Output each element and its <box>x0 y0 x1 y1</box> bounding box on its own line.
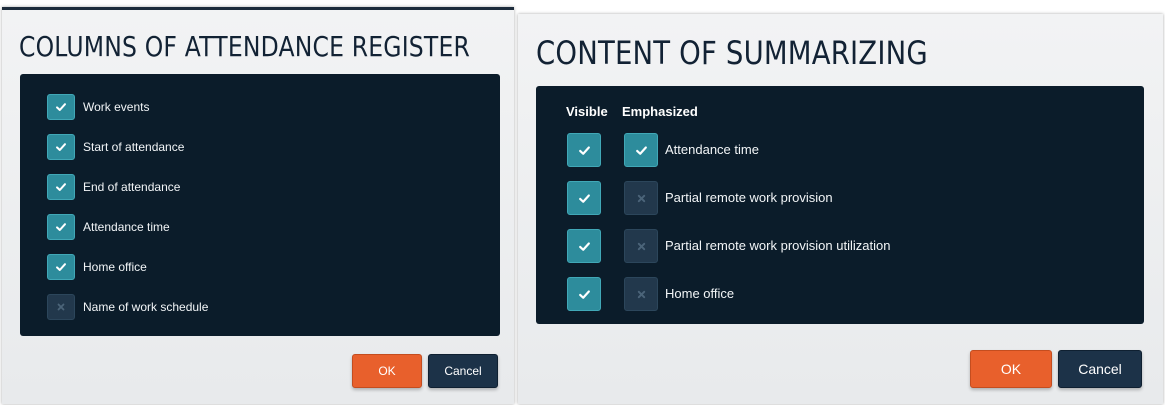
visible-checkbox[interactable] <box>567 181 601 215</box>
columns-panel: Work events Start of attendance End of att… <box>20 74 500 336</box>
column-header-visible: Visible <box>566 104 608 119</box>
visible-checkbox[interactable] <box>567 229 601 263</box>
column-header-emphasized: Emphasized <box>622 104 698 119</box>
column-label: Home office <box>83 260 147 274</box>
visible-checkbox[interactable] <box>567 133 601 167</box>
column-checkbox[interactable] <box>47 94 75 120</box>
column-label: Work events <box>83 100 150 114</box>
check-icon <box>635 144 648 157</box>
emphasized-checkbox[interactable] <box>624 181 658 215</box>
ok-button[interactable]: OK <box>970 350 1052 388</box>
x-icon <box>635 288 648 301</box>
check-icon <box>55 181 67 193</box>
dialog-title: CONTENT OF SUMMARIZING <box>536 34 928 72</box>
visible-checkbox[interactable] <box>567 277 601 311</box>
column-label: Attendance time <box>83 220 170 234</box>
columns-of-attendance-register-dialog: COLUMNS OF ATTENDANCE REGISTER Work even… <box>2 7 514 404</box>
dialog-title: COLUMNS OF ATTENDANCE REGISTER <box>19 30 470 63</box>
content-of-summarizing-dialog: CONTENT OF SUMMARIZING Visible Emphasize… <box>518 14 1163 404</box>
summary-item-label: Attendance time <box>665 142 759 157</box>
x-icon <box>55 301 67 313</box>
column-label: End of attendance <box>83 180 181 194</box>
check-icon <box>55 261 67 273</box>
column-checkbox[interactable] <box>47 214 75 240</box>
column-checkbox[interactable] <box>47 254 75 280</box>
summary-item-label: Partial remote work provision utilizatio… <box>665 238 891 253</box>
column-checkbox[interactable] <box>47 134 75 160</box>
check-icon <box>55 141 67 153</box>
column-label: Start of attendance <box>83 140 185 154</box>
summary-item-label: Home office <box>665 286 735 301</box>
column-label: Name of work schedule <box>83 300 209 314</box>
column-checkbox[interactable] <box>47 294 75 320</box>
column-checkbox[interactable] <box>47 174 75 200</box>
x-icon <box>635 240 648 253</box>
cancel-button[interactable]: Cancel <box>1058 350 1142 388</box>
emphasized-checkbox[interactable] <box>624 277 658 311</box>
emphasized-checkbox[interactable] <box>624 133 658 167</box>
summary-item-label: Partial remote work provision <box>665 190 833 205</box>
check-icon <box>578 144 591 157</box>
check-icon <box>578 240 591 253</box>
ok-button[interactable]: OK <box>352 354 422 388</box>
check-icon <box>55 101 67 113</box>
summarizing-panel: Visible Emphasized Attendance time Partia… <box>536 86 1144 324</box>
emphasized-checkbox[interactable] <box>624 229 658 263</box>
check-icon <box>578 192 591 205</box>
cancel-button[interactable]: Cancel <box>428 354 498 388</box>
check-icon <box>55 221 67 233</box>
check-icon <box>578 288 591 301</box>
x-icon <box>635 192 648 205</box>
